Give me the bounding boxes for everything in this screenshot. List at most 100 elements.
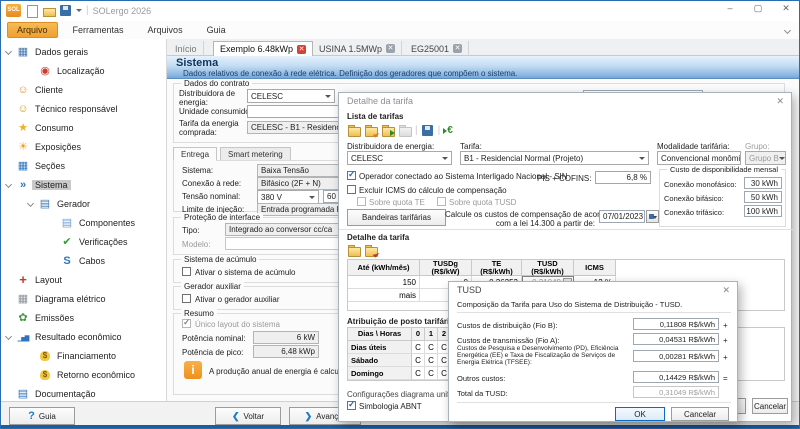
menu-ferramentas[interactable]: Ferramentas [64,23,133,37]
sidebar-item-layout[interactable]: Layout [1,271,166,290]
sidebar-item-cabos[interactable]: Cabos [1,252,166,271]
tab-smart-metering[interactable]: Smart metering [220,147,291,161]
import-detail-icon[interactable] [364,244,378,257]
distributor-select[interactable]: CELESC [247,89,335,103]
table-cell[interactable]: mais [348,289,420,302]
sidebar-item-emissoes[interactable]: Emissões [1,309,166,328]
pis-cofins-field[interactable]: 6,8 % [595,171,651,184]
sidebar-item-exposicoes[interactable]: Exposições [1,138,166,157]
post-cell[interactable]: C [425,341,438,354]
pd-ee-tfsee-field[interactable]: 0,00281 R$/kWh [633,350,719,362]
close-tab-icon[interactable] [297,45,306,54]
abnt-checkbox[interactable] [347,401,356,410]
tab-entrega[interactable]: Entrega [173,147,217,161]
chevron-down-icon [779,157,785,160]
tab-eg25001[interactable]: EG25001 [405,41,469,56]
tusd-ok-button[interactable]: OK [615,407,665,421]
close-tab-icon[interactable] [386,44,395,53]
dialog-tariff-select[interactable]: B1 - Residencial Normal (Projeto) [460,151,649,165]
modality-select[interactable]: Convencional monômia [657,151,741,165]
column-header[interactable]: TUSD (R$/kWh) [522,260,574,276]
storage-checkbox[interactable] [182,267,191,276]
guia-button[interactable]: ? Guia [9,407,75,425]
save-tariff-icon[interactable] [421,124,435,137]
mono-connection-field[interactable]: 30 kWh [744,177,782,189]
components-icon [60,216,74,230]
icms-checkbox[interactable] [347,185,356,194]
menu-arquivos[interactable]: Arquivos [139,23,192,37]
sidebar-item-tecnico[interactable]: Técnico responsável [1,100,166,119]
sidebar-item-consumo[interactable]: Consumo [1,119,166,138]
column-header[interactable]: TE (R$/kWh) [472,260,522,276]
voltage-select[interactable]: 380 V [257,190,319,204]
edit-tariff-icon[interactable] [364,124,378,137]
sidebar-item-retorno[interactable]: Retorno econômico [1,366,166,385]
sidebar-item-financiamento[interactable]: Financiamento [1,347,166,366]
dialog-distributor-select[interactable]: CELESC [347,151,452,165]
save-file-icon[interactable] [59,4,72,17]
copy-tariff-icon[interactable] [381,124,395,137]
sidebar-item-sistema[interactable]: Sistema [1,176,166,195]
sidebar-item-verificacoes[interactable]: Verificações [1,233,166,252]
tusd-cancel-button[interactable]: Cancelar [671,407,729,421]
sidebar-item-diagrama[interactable]: Diagrama elétrico [1,290,166,309]
calendar-picker-icon[interactable] [646,210,659,223]
pis-cofins-label: PIS + COFINS: [537,174,591,183]
peak-power-label: Potência de pico: [182,348,243,357]
post-cell[interactable]: C [412,354,425,367]
tri-connection-field[interactable]: 100 kWh [744,205,782,217]
law-date-field[interactable]: 07/01/2023 [599,210,645,223]
bi-connection-field[interactable]: 50 kWh [744,191,782,203]
aux-generator-checkbox[interactable] [182,294,191,303]
hour-header[interactable]: 1 [425,328,438,341]
close-button[interactable]: ✕ [779,3,793,14]
column-header[interactable]: Até (kWh/mês) [348,260,420,276]
maximize-button[interactable]: ▢ [751,3,765,14]
fio-a-field[interactable]: 0,04531 R$/kWh [633,333,719,345]
sidebar-item-cliente[interactable]: Cliente [1,81,166,100]
expander-icon[interactable] [4,334,12,342]
sidebar-item-gerador[interactable]: Gerador [1,195,166,214]
new-tariff-icon[interactable] [347,124,361,137]
expander-icon[interactable] [4,182,12,190]
sidebar-item-localizacao[interactable]: Localização [1,62,166,81]
post-cell[interactable]: C [425,354,438,367]
post-cell[interactable]: C [425,367,438,380]
voltar-button[interactable]: ❮ Voltar [215,407,281,425]
page-title: Sistema [176,57,799,69]
open-detail-icon[interactable] [347,244,361,257]
minimize-button[interactable]: – [723,3,737,14]
export-tariff-icon[interactable] [443,124,457,137]
column-header[interactable]: ICMS [574,260,616,276]
tab-usina[interactable]: USINA 1.5MWp [313,41,402,56]
fio-b-field[interactable]: 0,11808 R$/kWh [633,318,719,330]
menu-arquivo[interactable]: Arquivo [7,22,58,38]
sidebar-item-resultado[interactable]: Resultado econômico [1,328,166,347]
new-file-icon[interactable] [25,4,38,17]
expander-icon[interactable] [4,49,12,57]
tariff-cancel-button[interactable]: Cancelar [752,398,788,414]
sin-checkbox[interactable] [347,171,356,180]
close-icon[interactable]: ✕ [722,285,730,296]
other-costs-field[interactable]: 0,14429 R$/kWh [633,371,719,383]
bandeiras-button[interactable]: Bandeiras tarifárias [347,209,446,226]
money-bag-icon [38,368,52,382]
open-file-icon[interactable] [42,4,55,17]
sidebar-item-componentes[interactable]: Componentes [1,214,166,233]
menu-guia[interactable]: Guia [198,23,235,37]
tab-inicio[interactable]: Início [169,41,204,56]
hour-header[interactable]: 0 [412,328,425,341]
tab-exemplo[interactable]: Exemplo 6.48kWp [213,41,313,56]
close-tab-icon[interactable] [453,44,462,53]
qat-dropdown-icon[interactable] [76,9,82,12]
ribbon-collapse-icon[interactable] [785,28,791,34]
table-cell[interactable]: 150 [348,276,420,289]
post-cell[interactable]: C [412,367,425,380]
close-icon[interactable]: ✕ [776,96,784,107]
column-header[interactable]: TUSDg (R$/kW) [420,260,472,276]
post-cell[interactable]: C [412,341,425,354]
sidebar-item-dados-gerais[interactable]: Dados gerais [1,43,166,62]
sidebar-item-secoes[interactable]: Seções [1,157,166,176]
expander-icon[interactable] [26,201,34,209]
law-text-line1: Calcule os custos de compensação de acor… [445,210,595,219]
